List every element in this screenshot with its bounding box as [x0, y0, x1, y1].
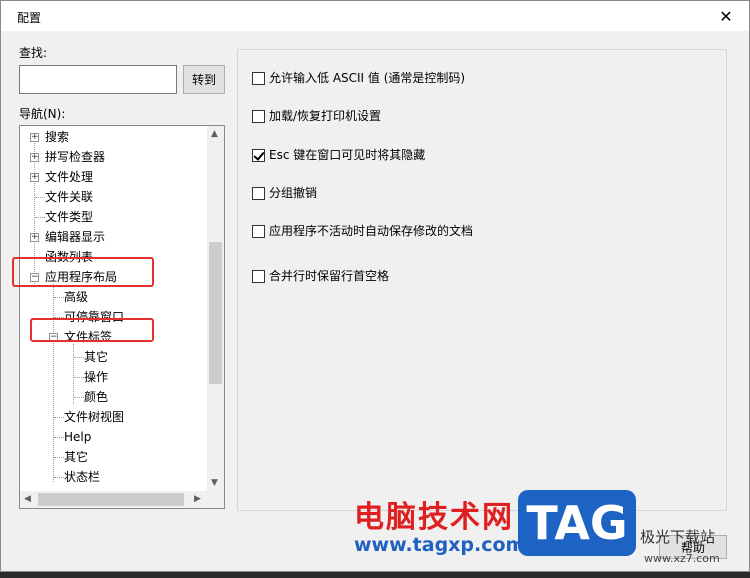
scroll-right-icon[interactable]: ▶	[194, 494, 201, 504]
option-label: 应用程序不活动时自动保存修改的文档	[269, 224, 474, 238]
tree-item-file-types[interactable]: 文件类型	[45, 207, 93, 227]
nav-tree[interactable]: + 搜索 + 拼写检查器 + 文件处理 文件关联 文件类型 + 编辑器显示 函数…	[19, 125, 225, 509]
tree-item-file-tree-view[interactable]: 文件树视图	[64, 407, 124, 427]
scroll-left-icon[interactable]: ◀	[24, 494, 31, 504]
checkbox[interactable]	[252, 186, 265, 200]
option-label: 允许输入低 ASCII 值 (通常是控制码)	[269, 71, 466, 85]
tree-item-colors[interactable]: 颜色	[84, 387, 108, 407]
option-group-undo[interactable]: 分组撤销	[252, 185, 317, 201]
watermark-tag-logo: TAG	[518, 490, 636, 556]
search-input[interactable]	[19, 65, 177, 94]
search-label: 查找:	[19, 46, 48, 60]
tree-item-file-handling[interactable]: 文件处理	[45, 167, 93, 187]
watermark-title: 电脑技术网	[354, 500, 514, 535]
expander-icon[interactable]: +	[30, 173, 39, 182]
option-autosave-inactive[interactable]: 应用程序不活动时自动保存修改的文档	[252, 223, 473, 239]
highlight-file-tabs	[30, 318, 154, 342]
option-keep-leading-space[interactable]: 合并行时保留行首空格	[252, 268, 389, 284]
tree-item-search[interactable]: 搜索	[45, 127, 69, 147]
tree-item-status-bar[interactable]: 状态栏	[64, 467, 100, 487]
tree-item-spellcheck[interactable]: 拼写检查器	[45, 147, 105, 167]
tree-item-help[interactable]: Help	[64, 427, 91, 447]
option-label: Esc 键在窗口可见时将其隐藏	[269, 148, 426, 162]
watermark: 电脑技术网 www.tagxp.com TAG 极光下载站 www.xz7.co…	[340, 486, 750, 578]
scroll-down-icon[interactable]: ▼	[211, 478, 218, 488]
close-button[interactable]: ✕	[703, 1, 749, 31]
option-low-ascii[interactable]: 允许输入低 ASCII 值 (通常是控制码)	[252, 70, 465, 86]
expander-icon[interactable]: +	[30, 133, 39, 142]
checkbox[interactable]	[252, 109, 265, 123]
tree-item-other[interactable]: 其它	[84, 347, 108, 367]
checkbox[interactable]	[252, 269, 265, 283]
checkbox[interactable]	[252, 71, 265, 85]
options-panel: 允许输入低 ASCII 值 (通常是控制码) 加载/恢复打印机设置 Esc 键在…	[237, 49, 727, 511]
checkbox-checked[interactable]	[252, 148, 265, 162]
option-label: 加载/恢复打印机设置	[269, 109, 382, 123]
nav-label: 导航(N):	[19, 107, 66, 121]
highlight-app-layout	[12, 257, 154, 287]
tree-item-file-association[interactable]: 文件关联	[45, 187, 93, 207]
checkbox[interactable]	[252, 224, 265, 238]
tree-item-editor-display[interactable]: 编辑器显示	[45, 227, 105, 247]
option-label: 合并行时保留行首空格	[269, 269, 390, 283]
watermark-url: www.tagxp.com	[354, 534, 526, 556]
expander-icon[interactable]: +	[30, 153, 39, 162]
watermark-site: 极光下载站	[640, 528, 716, 546]
title-bar: 配置 ✕	[1, 1, 749, 31]
option-esc-hide[interactable]: Esc 键在窗口可见时将其隐藏	[252, 147, 425, 163]
horizontal-scrollbar[interactable]: ◀ ▶	[20, 491, 224, 508]
horizontal-scroll-thumb[interactable]	[38, 493, 184, 506]
watermark-site-url: www.xz7.com	[644, 552, 720, 565]
vertical-scrollbar[interactable]: ▲ ▼	[207, 126, 224, 492]
tree-item-advanced[interactable]: 高级	[64, 287, 88, 307]
option-printer-settings[interactable]: 加载/恢复打印机设置	[252, 108, 381, 124]
scroll-up-icon[interactable]: ▲	[211, 129, 218, 139]
tree-item-actions[interactable]: 操作	[84, 367, 108, 387]
tree-item-other-2[interactable]: 其它	[64, 447, 88, 467]
expander-icon[interactable]: +	[30, 233, 39, 242]
vertical-scroll-thumb[interactable]	[209, 242, 222, 384]
window-title: 配置	[17, 11, 42, 25]
option-label: 分组撤销	[269, 186, 318, 200]
goto-button[interactable]: 转到	[183, 65, 225, 94]
